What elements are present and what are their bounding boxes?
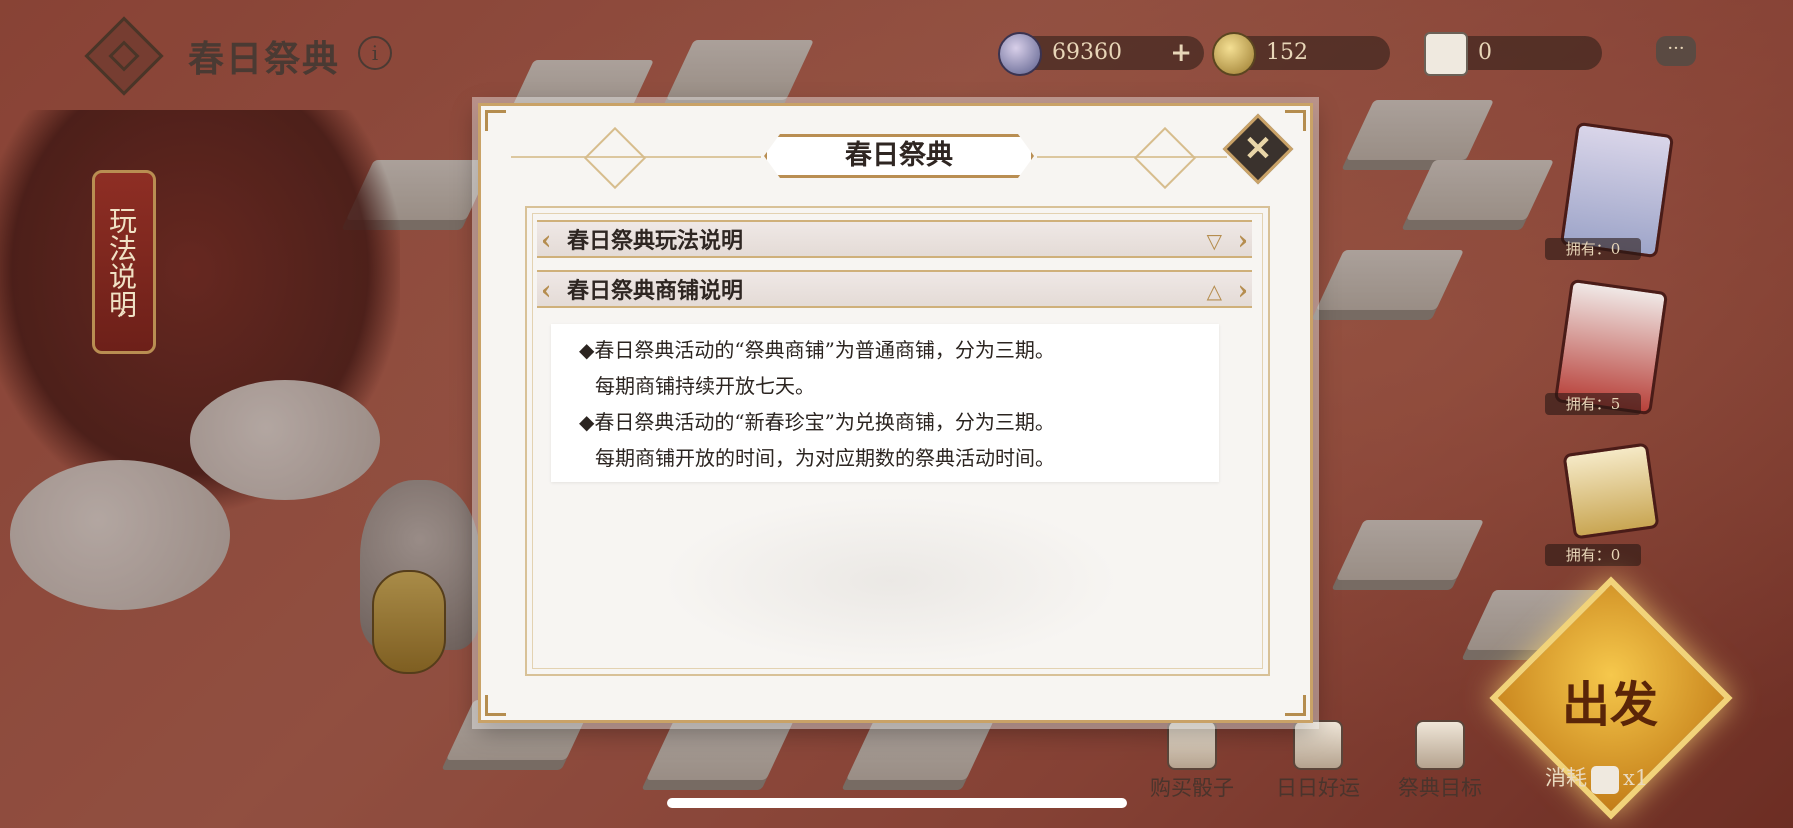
corner-ornament (1285, 110, 1306, 131)
corner-ornament (1285, 695, 1306, 716)
dice-icon (1591, 765, 1619, 794)
corner-ornament (485, 110, 506, 131)
info-icon[interactable]: i (358, 36, 392, 70)
rule-text-line: ◆春日祭典活动的“祭典商铺”为普通商铺，分为三期。 (579, 338, 1055, 362)
buy-dice-button[interactable]: 购买骰子 (1142, 720, 1242, 802)
daily-luck-button[interactable]: 日日好运 (1268, 720, 1368, 802)
chat-icon[interactable]: ··· (1656, 36, 1696, 66)
gameplay-guide-tab[interactable]: 玩法说明 › (92, 170, 156, 354)
gem-counter: 69360 + (998, 32, 1204, 76)
section-title: 春日祭典商铺说明 (567, 278, 744, 304)
dice-shop-icon (1167, 720, 1217, 770)
bracket-left-icon: ‹ (541, 226, 552, 256)
gem-icon (998, 32, 1042, 76)
title-deco-line (1037, 156, 1227, 158)
section-title: 春日祭典玩法说明 (567, 228, 744, 254)
owned-count: 拥有：5 (1545, 393, 1641, 415)
add-gems-button[interactable]: + (1170, 36, 1192, 70)
modal-title: 春日祭典 (845, 140, 953, 171)
bracket-right-icon: › (1237, 276, 1248, 306)
dice-amount: 0 (1478, 40, 1492, 65)
corner-ornament (485, 695, 506, 716)
gem-amount: 69360 (1052, 40, 1122, 65)
section-shop-rules[interactable]: ‹ 春日祭典商铺说明 △ › (537, 270, 1252, 308)
buy-dice-label: 购买骰子 (1150, 776, 1234, 800)
consume-count: x1 (1623, 766, 1649, 790)
chevron-right-icon: › (119, 299, 127, 323)
coin-icon (1212, 32, 1256, 76)
dice-icon (1424, 32, 1468, 76)
expand-icon[interactable]: ▽ (1207, 222, 1222, 260)
coin-counter: 152 (1212, 32, 1390, 76)
festival-goal-label: 祭典目标 (1398, 776, 1482, 800)
dragon-watermark (661, 496, 1121, 666)
info-modal: 春日祭典 ✕ ‹ 春日祭典玩法说明 ▽ › ‹ 春日祭典商铺说明 △ › ◆春日… (478, 103, 1313, 723)
rule-text-line: 每期商铺持续开放七天。 (595, 374, 815, 398)
daily-luck-label: 日日好运 (1276, 776, 1360, 800)
dice-counter: 0 (1424, 32, 1602, 76)
fortune-icon (1293, 720, 1343, 770)
title-deco-diamond (1133, 126, 1197, 190)
page-title: 春日祭典 (188, 38, 341, 80)
bracket-left-icon: ‹ (541, 276, 552, 306)
home-indicator[interactable] (667, 798, 1127, 808)
festival-goal-button[interactable]: 祭典目标 (1390, 720, 1490, 802)
go-button-label[interactable]: 出发 (1560, 665, 1660, 735)
rule-text-line: 每期商铺开放的时间，为对应期数的祭典活动时间。 (595, 446, 1055, 470)
consume-label: 消耗 (1545, 766, 1587, 790)
shop-rules-body: ◆春日祭典活动的“祭典商铺”为普通商铺，分为三期。 每期商铺持续开放七天。 ◆春… (551, 324, 1219, 482)
coin-amount: 152 (1266, 40, 1308, 65)
collapse-icon[interactable]: △ (1207, 272, 1222, 310)
owned-count: 拥有：0 (1545, 544, 1641, 566)
owned-count: 拥有：0 (1545, 238, 1641, 260)
close-icon[interactable]: ✕ (1233, 124, 1283, 174)
collection-dice[interactable] (1562, 442, 1660, 540)
bracket-right-icon: › (1237, 226, 1248, 256)
consume-info: 消耗 x1 (1545, 762, 1648, 794)
section-gameplay-rules[interactable]: ‹ 春日祭典玩法说明 ▽ › (537, 220, 1252, 258)
title-deco-diamond (583, 126, 647, 190)
goal-icon (1415, 720, 1465, 770)
rule-text-line: ◆春日祭典活动的“新春珍宝”为兑换商铺，分为三期。 (579, 410, 1055, 434)
